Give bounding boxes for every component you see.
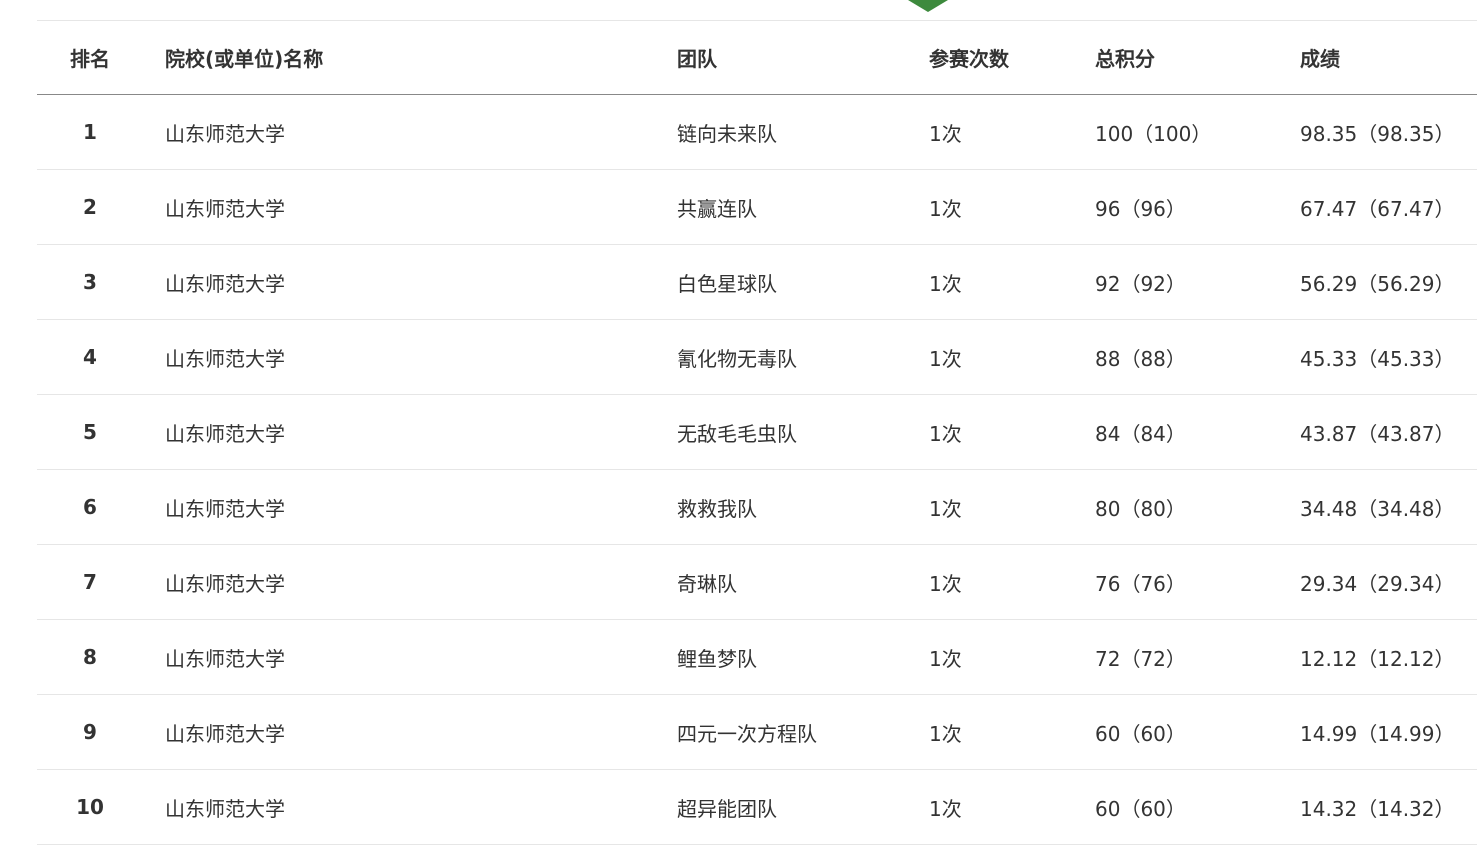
cell-result: 12.12（12.12） <box>1300 619 1477 695</box>
cell-score: 72（72） <box>1095 619 1300 695</box>
cell-score: 84（84） <box>1095 394 1300 470</box>
cell-rank: 2 <box>37 169 143 245</box>
cell-school: 山东师范大学 <box>143 244 677 320</box>
table-row: 8 山东师范大学 鲤鱼梦队 1次 72（72） 12.12（12.12） <box>37 619 1477 695</box>
table-header: 排名 院校(或单位)名称 团队 参赛次数 总积分 成绩 <box>37 21 1477 95</box>
cell-school: 山东师范大学 <box>143 619 677 695</box>
cell-team: 共赢连队 <box>677 169 929 245</box>
header-result: 成绩 <box>1300 21 1477 95</box>
cell-school: 山东师范大学 <box>143 394 677 470</box>
cell-result: 14.32（14.32） <box>1300 769 1477 845</box>
cell-team: 奇琳队 <box>677 544 929 620</box>
cell-rank: 4 <box>37 319 143 395</box>
cell-count: 1次 <box>929 94 1095 170</box>
cell-team: 四元一次方程队 <box>677 694 929 770</box>
cell-team: 无敌毛毛虫队 <box>677 394 929 470</box>
cell-team: 链向未来队 <box>677 94 929 170</box>
cell-score: 60（60） <box>1095 769 1300 845</box>
table-row: 4 山东师范大学 氰化物无毒队 1次 88（88） 45.33（45.33） <box>37 319 1477 395</box>
cell-score: 92（92） <box>1095 244 1300 320</box>
table-row: 3 山东师范大学 白色星球队 1次 92（92） 56.29（56.29） <box>37 244 1477 320</box>
cell-count: 1次 <box>929 469 1095 545</box>
cell-result: 14.99（14.99） <box>1300 694 1477 770</box>
cell-score: 76（76） <box>1095 544 1300 620</box>
cell-result: 45.33（45.33） <box>1300 319 1477 395</box>
cell-team: 氰化物无毒队 <box>677 319 929 395</box>
cell-school: 山东师范大学 <box>143 694 677 770</box>
cell-count: 1次 <box>929 694 1095 770</box>
table-row: 6 山东师范大学 救救我队 1次 80（80） 34.48（34.48） <box>37 469 1477 545</box>
table-row: 2 山东师范大学 共赢连队 1次 96（96） 67.47（67.47） <box>37 169 1477 245</box>
cell-school: 山东师范大学 <box>143 94 677 170</box>
cell-count: 1次 <box>929 169 1095 245</box>
cell-result: 56.29（56.29） <box>1300 244 1477 320</box>
cell-school: 山东师范大学 <box>143 169 677 245</box>
cell-rank: 3 <box>37 244 143 320</box>
cell-rank: 6 <box>37 469 143 545</box>
header-score: 总积分 <box>1095 21 1300 95</box>
cell-count: 1次 <box>929 544 1095 620</box>
cell-rank: 7 <box>37 544 143 620</box>
cell-count: 1次 <box>929 394 1095 470</box>
table-row: 9 山东师范大学 四元一次方程队 1次 60（60） 14.99（14.99） <box>37 694 1477 770</box>
cell-team: 白色星球队 <box>677 244 929 320</box>
cell-result: 34.48（34.48） <box>1300 469 1477 545</box>
ranking-table: 排名 院校(或单位)名称 团队 参赛次数 总积分 成绩 1 山东师范大学 链向未… <box>37 21 1477 845</box>
cell-school: 山东师范大学 <box>143 469 677 545</box>
table-row: 5 山东师范大学 无敌毛毛虫队 1次 84（84） 43.87（43.87） <box>37 394 1477 470</box>
cell-rank: 8 <box>37 619 143 695</box>
cell-count: 1次 <box>929 619 1095 695</box>
cell-school: 山东师范大学 <box>143 769 677 845</box>
cell-school: 山东师范大学 <box>143 544 677 620</box>
header-row: 排名 院校(或单位)名称 团队 参赛次数 总积分 成绩 <box>37 21 1477 95</box>
ranking-page: 排名 院校(或单位)名称 团队 参赛次数 总积分 成绩 1 山东师范大学 链向未… <box>0 0 1477 859</box>
table-row: 7 山东师范大学 奇琳队 1次 76（76） 29.34（29.34） <box>37 544 1477 620</box>
cell-score: 100（100） <box>1095 94 1300 170</box>
header-rank: 排名 <box>37 21 143 95</box>
cell-team: 救救我队 <box>677 469 929 545</box>
header-count: 参赛次数 <box>929 21 1095 95</box>
table-row: 1 山东师范大学 链向未来队 1次 100（100） 98.35（98.35） <box>37 94 1477 170</box>
cell-school: 山东师范大学 <box>143 319 677 395</box>
table-row: 10 山东师范大学 超异能团队 1次 60（60） 14.32（14.32） <box>37 769 1477 845</box>
cell-score: 60（60） <box>1095 694 1300 770</box>
cell-team: 鲤鱼梦队 <box>677 619 929 695</box>
header-school: 院校(或单位)名称 <box>143 21 677 95</box>
cell-result: 67.47（67.47） <box>1300 169 1477 245</box>
cell-rank: 10 <box>37 769 143 845</box>
cell-result: 43.87（43.87） <box>1300 394 1477 470</box>
cell-result: 98.35（98.35） <box>1300 94 1477 170</box>
cell-rank: 5 <box>37 394 143 470</box>
cell-score: 96（96） <box>1095 169 1300 245</box>
cell-score: 80（80） <box>1095 469 1300 545</box>
header-team: 团队 <box>677 21 929 95</box>
cell-rank: 9 <box>37 694 143 770</box>
table-body: 1 山东师范大学 链向未来队 1次 100（100） 98.35（98.35） … <box>37 94 1477 845</box>
cell-result: 29.34（29.34） <box>1300 544 1477 620</box>
cell-count: 1次 <box>929 244 1095 320</box>
cell-count: 1次 <box>929 769 1095 845</box>
active-tab-indicator-icon <box>908 0 948 12</box>
cell-team: 超异能团队 <box>677 769 929 845</box>
cell-rank: 1 <box>37 94 143 170</box>
cell-count: 1次 <box>929 319 1095 395</box>
cell-score: 88（88） <box>1095 319 1300 395</box>
